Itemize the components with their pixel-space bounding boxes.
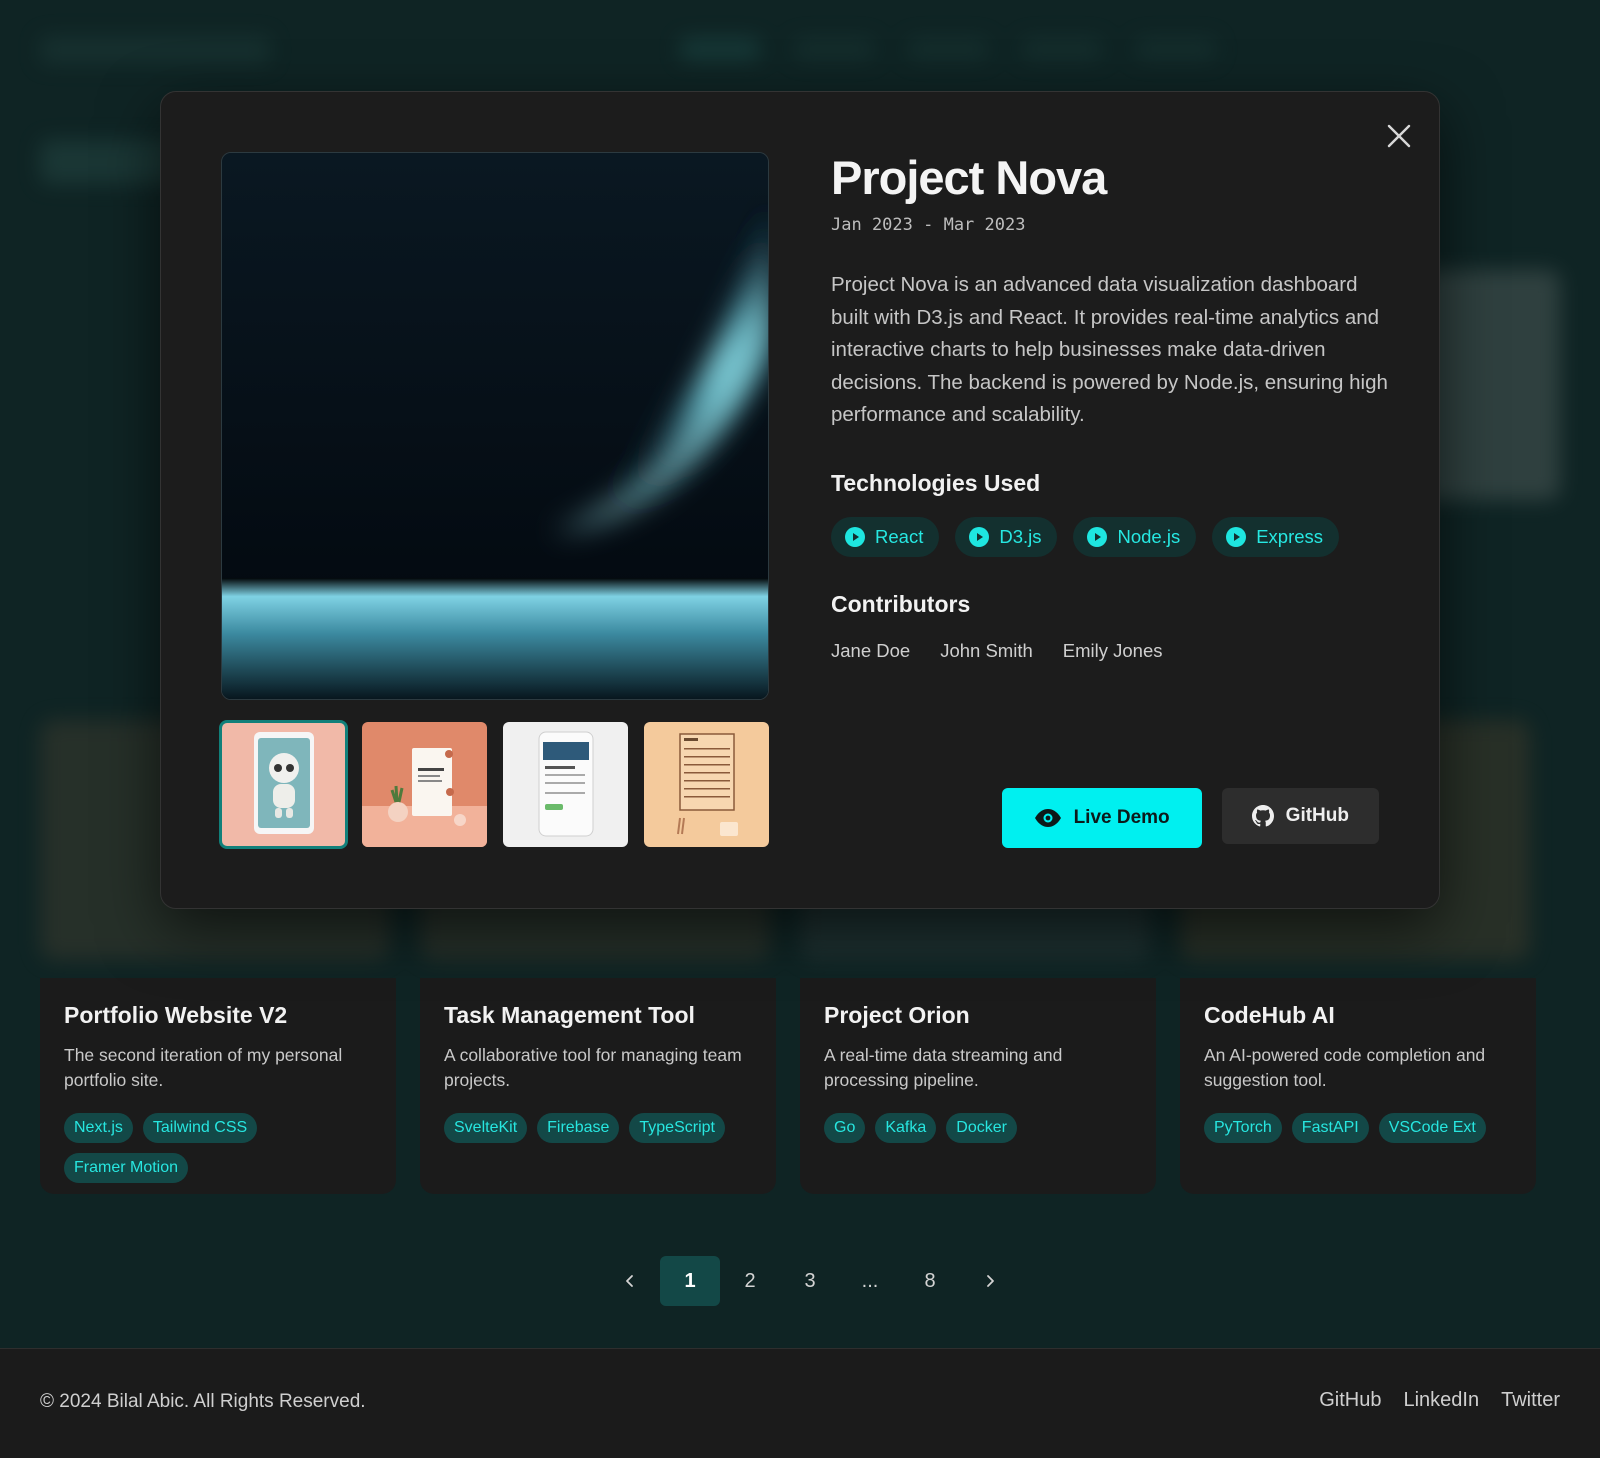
- pagination-ellipsis: ...: [861, 1269, 879, 1292]
- background-nav-item: [1136, 38, 1216, 60]
- project-card-title: Task Management Tool: [444, 1002, 695, 1028]
- tech-tag: PyTorch: [1204, 1113, 1282, 1143]
- phone-app-image: [503, 722, 628, 847]
- copyright-text: © 2024 Bilal Abic. All Rights Reserved.: [40, 1391, 366, 1412]
- project-card-title: CodeHub AI: [1204, 1002, 1335, 1028]
- background-nav-item: [680, 38, 760, 60]
- project-card-description: A collaborative tool for managing team p…: [444, 1045, 742, 1090]
- project-card-description: A real-time data streaming and processin…: [824, 1045, 1063, 1090]
- page-numbers: 1 2 3... 8: [660, 1256, 960, 1306]
- task-board-image: [644, 722, 769, 847]
- background-nav-item: [908, 38, 988, 60]
- live-demo-button[interactable]: Live Demo: [1001, 788, 1202, 848]
- tech-tag: VSCode Ext: [1378, 1113, 1486, 1143]
- tech-tag: SvelteKit: [444, 1113, 528, 1143]
- tech-tag: Firebase: [537, 1113, 620, 1143]
- mockup-card-thumbnail[interactable]: [362, 722, 487, 847]
- technology-chip[interactable]: Express: [1212, 516, 1340, 557]
- contributor-name: John Smith: [940, 639, 1033, 661]
- background-nav: [680, 38, 1216, 60]
- robot-tablet-thumbnail[interactable]: [219, 720, 348, 849]
- technology-chip[interactable]: D3.js: [955, 516, 1058, 557]
- project-card-tags: PyTorch FastAPI VSCode Ext: [1204, 1113, 1512, 1143]
- project-info: Project Nova Jan 2023 - Mar 2023 Project…: [831, 150, 1391, 662]
- tech-tag: Framer Motion: [64, 1153, 189, 1183]
- project-card-description: The second iteration of my personal port…: [64, 1045, 343, 1090]
- thumbnail-strip: [219, 720, 769, 849]
- site-footer: © 2024 Bilal Abic. All Rights Reserved. …: [0, 1348, 1600, 1458]
- phone-app-thumbnail[interactable]: [503, 722, 628, 847]
- tech-tag: Next.js: [64, 1113, 133, 1143]
- task-board-thumbnail[interactable]: [644, 722, 769, 847]
- page-number-button[interactable]: 1: [660, 1256, 720, 1306]
- play-circle-icon: [1087, 526, 1108, 547]
- background-side-panel: [1420, 270, 1560, 500]
- footer-links: GitHub LinkedIn Twitter: [1319, 1389, 1560, 1412]
- technology-label: Express: [1256, 525, 1324, 547]
- tech-tag: Kafka: [875, 1113, 937, 1143]
- previous-page-button[interactable]: [600, 1256, 660, 1306]
- technology-label: React: [875, 525, 924, 547]
- tech-tag: TypeScript: [629, 1113, 725, 1143]
- background-header: [40, 28, 1560, 72]
- tech-tag: Docker: [946, 1113, 1017, 1143]
- project-card-title: Project Orion: [824, 1002, 970, 1028]
- project-card[interactable]: Project Orion A real-time data streaming …: [800, 978, 1156, 1194]
- technology-label: D3.js: [999, 525, 1042, 547]
- technology-list: React D3.js Node.js Express: [831, 516, 1391, 557]
- project-card-tags: Next.js Tailwind CSS Framer Motion: [64, 1113, 372, 1183]
- eye-icon: [1034, 809, 1061, 827]
- next-page-button[interactable]: [960, 1256, 1020, 1306]
- tech-tag: FastAPI: [1291, 1113, 1369, 1143]
- technologies-heading: Technologies Used: [831, 469, 1041, 496]
- project-card-description: An AI-powered code completion and sugges…: [1204, 1045, 1486, 1090]
- github-icon: [1251, 805, 1274, 827]
- pagination: 1 2 3... 8: [600, 1256, 1020, 1306]
- contributor-name: Emily Jones: [1062, 639, 1163, 661]
- contributors-heading: Contributors: [831, 590, 971, 617]
- github-button[interactable]: GitHub: [1221, 788, 1379, 844]
- contributor-list: Jane Doe John Smith Emily Jones: [831, 640, 1391, 662]
- play-circle-icon: [1226, 526, 1247, 547]
- footer-link-github[interactable]: GitHub: [1319, 1389, 1381, 1412]
- chevron-right-icon: [987, 1275, 994, 1287]
- page-number-button[interactable]: 3: [780, 1256, 840, 1306]
- tech-tag: Tailwind CSS: [142, 1113, 258, 1143]
- technology-chip[interactable]: Node.js: [1073, 516, 1197, 557]
- abstract-glow-image: [222, 153, 768, 699]
- robot-tablet-image: [221, 722, 346, 847]
- github-label: GitHub: [1285, 805, 1349, 826]
- project-card-tags: Go Kafka Docker: [824, 1113, 1132, 1143]
- project-title: Project Nova: [831, 151, 1107, 204]
- project-card-title: Portfolio Website V2: [64, 1002, 288, 1028]
- tech-tag: Go: [824, 1113, 866, 1143]
- technology-chip[interactable]: React: [831, 516, 940, 557]
- modal-actions: Live Demo GitHub: [1001, 788, 1379, 848]
- page-number-button[interactable]: 8: [900, 1256, 960, 1306]
- technology-label: Node.js: [1117, 525, 1181, 547]
- background-logo: [40, 36, 270, 64]
- close-icon: [1387, 124, 1411, 148]
- project-description: Project Nova is an advanced data visuali…: [831, 273, 1388, 426]
- footer-link-twitter[interactable]: Twitter: [1501, 1389, 1560, 1412]
- chevron-left-icon: [626, 1275, 633, 1287]
- play-circle-icon: [969, 526, 990, 547]
- contributor-name: Jane Doe: [831, 639, 911, 661]
- close-button[interactable]: [1383, 120, 1415, 152]
- project-card[interactable]: Task Management Tool A collaborative tool…: [420, 978, 776, 1194]
- page-number-button[interactable]: 2: [720, 1256, 780, 1306]
- project-date-range: Jan 2023 - Mar 2023: [831, 215, 1026, 235]
- project-card[interactable]: CodeHub AI An AI-powered code completion …: [1180, 978, 1536, 1194]
- project-card-tags: SvelteKit Firebase TypeScript: [444, 1113, 752, 1143]
- project-detail-modal: Project Nova Jan 2023 - Mar 2023 Project…: [160, 91, 1440, 909]
- live-demo-label: Live Demo: [1073, 807, 1170, 828]
- project-card[interactable]: Portfolio Website V2 The second iteration…: [40, 978, 396, 1194]
- play-circle-icon: [845, 526, 865, 547]
- footer-link-linkedin[interactable]: LinkedIn: [1403, 1389, 1479, 1412]
- project-hero-image: [221, 152, 769, 700]
- background-nav-item: [794, 38, 874, 60]
- background-nav-item: [1022, 38, 1102, 60]
- mockup-card-image: [362, 722, 487, 847]
